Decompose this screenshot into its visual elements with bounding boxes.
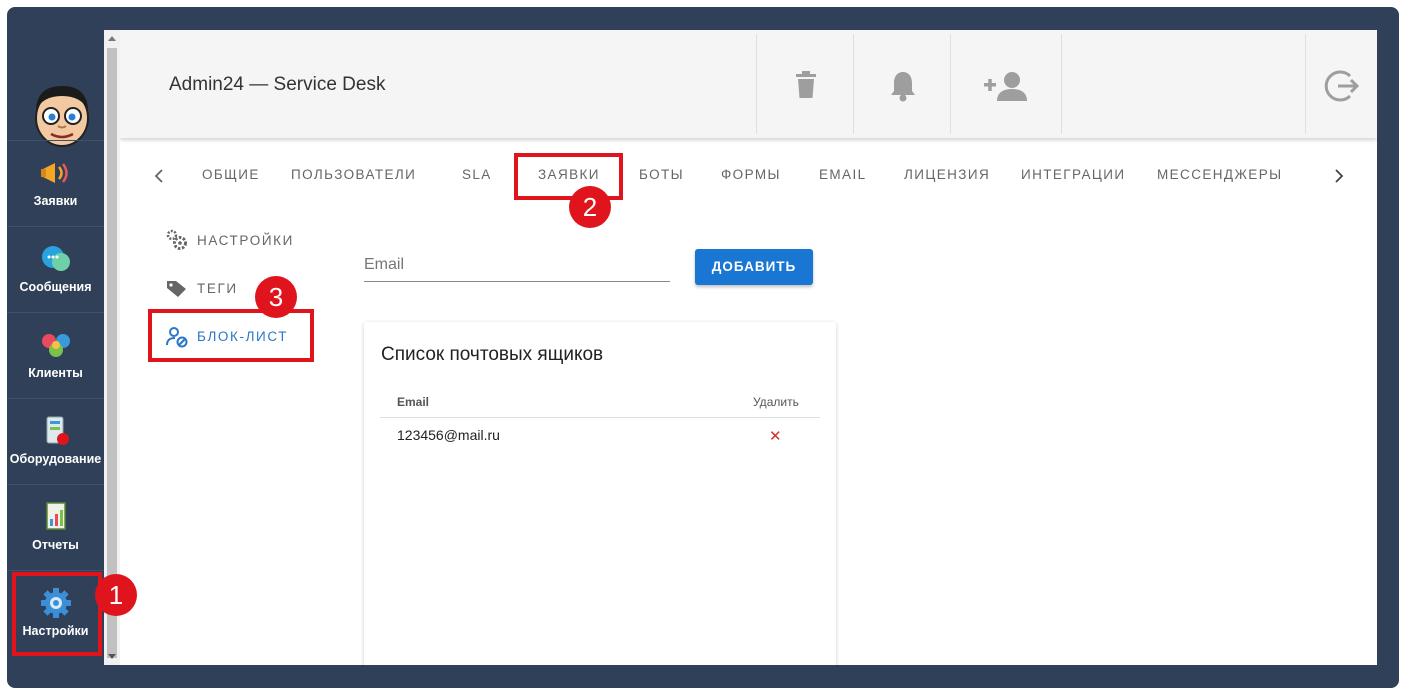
tab-license[interactable]: ЛИЦЕНЗИЯ bbox=[904, 167, 990, 182]
app-title: Admin24 — Service Desk bbox=[169, 74, 386, 95]
delete-button[interactable] bbox=[756, 34, 853, 134]
table-divider bbox=[380, 417, 820, 418]
delete-row-icon[interactable]: ✕ bbox=[769, 427, 782, 445]
sidebar-item-messages[interactable]: Сообщения bbox=[7, 226, 104, 312]
tab-users[interactable]: ПОЛЬЗОВАТЕЛИ bbox=[291, 167, 416, 182]
tab-forms[interactable]: ФОРМЫ bbox=[721, 167, 781, 182]
tab-general[interactable]: ОБЩИЕ bbox=[202, 167, 260, 182]
logout-icon bbox=[1324, 70, 1360, 102]
megaphone-icon bbox=[41, 163, 68, 183]
notifications-button[interactable] bbox=[853, 34, 950, 134]
sidebar-scrollbar[interactable] bbox=[104, 30, 120, 665]
scroll-up-arrow[interactable] bbox=[108, 36, 116, 41]
sidebar-item-label: Заявки bbox=[33, 194, 78, 208]
tab-email[interactable]: EMAIL bbox=[819, 167, 867, 182]
column-header-email: Email bbox=[397, 395, 430, 409]
tag-icon bbox=[167, 281, 186, 297]
chevron-right-icon[interactable] bbox=[1334, 169, 1344, 183]
add-user-icon bbox=[984, 72, 1027, 101]
email-input[interactable] bbox=[364, 249, 670, 282]
add-button[interactable]: ДОБАВИТЬ bbox=[695, 249, 813, 285]
settings-tabs: ОБЩИЕ ПОЛЬЗОВАТЕЛИ SLA ЗАЯВКИ БОТЫ ФОРМЫ… bbox=[120, 158, 1377, 194]
subnav-tags[interactable]: ТЕГИ bbox=[197, 281, 238, 296]
highlight-requests-tab bbox=[514, 153, 623, 200]
step-badge-3: 3 bbox=[255, 276, 297, 318]
subnav-settings[interactable]: НАСТРОЙКИ bbox=[197, 233, 294, 248]
top-bar: Admin24 — Service Desk bbox=[120, 30, 1377, 138]
trash-icon bbox=[796, 71, 816, 98]
reports-icon bbox=[46, 502, 66, 530]
add-user-button[interactable] bbox=[950, 34, 1061, 134]
chevron-left-icon[interactable] bbox=[154, 169, 164, 183]
sidebar-item-label: Оборудование bbox=[9, 452, 102, 466]
scroll-thumb[interactable] bbox=[107, 48, 117, 658]
cogs-icon bbox=[166, 229, 187, 250]
clients-icon bbox=[42, 334, 70, 357]
sidebar-item-label: Отчеты bbox=[32, 538, 79, 552]
sidebar-item-equipment[interactable]: Оборудование bbox=[7, 398, 104, 484]
step-badge-2: 2 bbox=[569, 186, 611, 228]
equipment-icon bbox=[46, 416, 69, 445]
sidebar-item-label: Сообщения bbox=[19, 280, 92, 294]
step-badge-1: 1 bbox=[95, 574, 137, 616]
sidebar-item-clients[interactable]: Клиенты bbox=[7, 312, 104, 398]
sidebar: Заявки Сообщения Клиенты Оборудование От… bbox=[7, 30, 104, 665]
table-row-email: 123456@mail.ru bbox=[397, 427, 500, 443]
sidebar-item-reports[interactable]: Отчеты bbox=[7, 484, 104, 570]
highlight-settings-nav bbox=[12, 572, 102, 656]
bell-icon bbox=[891, 72, 915, 102]
scroll-down-arrow[interactable] bbox=[108, 654, 116, 659]
toolbar-spacer bbox=[1061, 34, 1305, 134]
chat-bubbles-icon bbox=[42, 246, 70, 271]
sidebar-item-label: Клиенты bbox=[28, 366, 83, 380]
tab-messengers[interactable]: МЕССЕНДЖЕРЫ bbox=[1157, 167, 1282, 182]
tab-integrations[interactable]: ИНТЕГРАЦИИ bbox=[1021, 167, 1126, 182]
highlight-blocklist bbox=[148, 309, 314, 362]
card-title: Список почтовых ящиков bbox=[381, 344, 604, 365]
tab-sla[interactable]: SLA bbox=[462, 167, 492, 182]
tab-bots[interactable]: БОТЫ bbox=[639, 167, 684, 182]
logout-button[interactable] bbox=[1305, 34, 1377, 134]
column-header-delete: Удалить bbox=[753, 395, 799, 409]
sidebar-item-requests[interactable]: Заявки bbox=[7, 140, 104, 226]
mailbox-list-card: Список почтовых ящиков Email Удалить 123… bbox=[364, 322, 836, 665]
